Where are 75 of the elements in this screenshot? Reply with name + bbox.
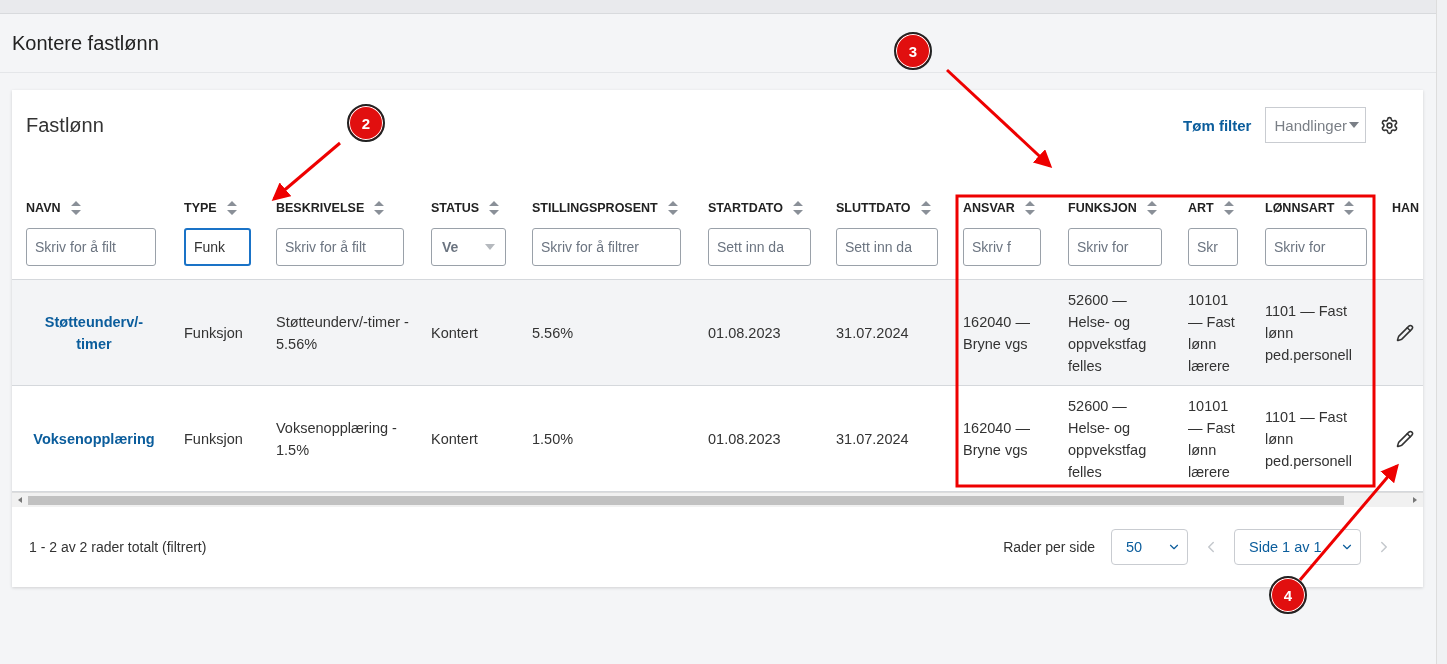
- sort-icon[interactable]: [793, 201, 803, 215]
- date-field[interactable]: Sett inn da: [836, 228, 938, 266]
- rows-per-page-select[interactable]: 50: [1111, 529, 1188, 565]
- edit-icon[interactable]: [1396, 429, 1414, 448]
- table-cell: 52600 — Helse- og oppvekstfag felles: [1068, 291, 1147, 374]
- page-title: Kontere fastlønn: [12, 31, 159, 55]
- column-header: FUNKSJON: [1068, 201, 1137, 215]
- name-link[interactable]: Støtteunderv/-timer: [31, 310, 157, 355]
- table-cell: 01.08.2023: [708, 324, 781, 341]
- column-header: TYPE: [184, 201, 217, 215]
- filter-field[interactable]: Skriv for å filt: [26, 228, 156, 266]
- column-header: LØNNSART: [1265, 201, 1335, 215]
- settings-icon[interactable]: [1380, 115, 1399, 135]
- sort-icon[interactable]: [1344, 201, 1355, 215]
- filter-field[interactable]: Skriv for å filtrer: [532, 228, 681, 266]
- filter-field[interactable]: Skriv f: [963, 228, 1041, 266]
- column-header: STARTDATO: [708, 201, 783, 215]
- table-cell: 162040 — Bryne vgs: [963, 419, 1030, 458]
- sort-icon[interactable]: [489, 201, 500, 215]
- table-cell: 1.50%: [532, 430, 574, 447]
- table-cell: 1101 — Fast lønn ped.personell: [1265, 302, 1353, 363]
- sort-icon[interactable]: [920, 201, 931, 215]
- table-cell: 1101 — Fast lønn ped.personell: [1265, 408, 1353, 469]
- filter-field[interactable]: Skriv for: [1068, 228, 1162, 266]
- table-cell: Kontert: [431, 324, 478, 341]
- edit-icon[interactable]: [1396, 323, 1414, 342]
- filter-select[interactable]: Ve: [431, 228, 506, 266]
- table-cell: 162040 — Bryne vgs: [963, 313, 1030, 352]
- row-count-text: 1 - 2 av 2 rader totalt (filtrert): [29, 539, 208, 555]
- clear-filter-link[interactable]: Tøm filter: [1183, 116, 1252, 134]
- column-header: ANSVAR: [963, 201, 1015, 215]
- filter-field[interactable]: Skriv for: [1265, 228, 1367, 266]
- sort-icon[interactable]: [226, 201, 237, 215]
- filter-field[interactable]: Skr: [1188, 228, 1238, 266]
- horizontal-scrollbar[interactable]: [12, 492, 1423, 507]
- name-link[interactable]: Voksenopplæring: [33, 427, 155, 450]
- column-header: STATUS: [431, 201, 480, 215]
- annotation-marker: 4: [1269, 576, 1307, 614]
- table-cell: 10101 — Fast lønn lærere: [1188, 397, 1235, 480]
- column-header: ART: [1188, 201, 1214, 215]
- filter-field[interactable]: Skriv for å filt: [276, 228, 404, 266]
- table-cell: 31.07.2024: [836, 324, 909, 341]
- table-cell: 31.07.2024: [836, 430, 909, 447]
- table-cell: 5.56%: [532, 324, 574, 341]
- scroll-left-icon[interactable]: [16, 496, 24, 504]
- card-title: Fastlønn: [26, 113, 104, 137]
- table-cell: Funksjon: [184, 430, 243, 447]
- column-header: HAN: [1392, 201, 1420, 215]
- table-cell: 01.08.2023: [708, 430, 781, 447]
- sort-icon[interactable]: [1024, 201, 1035, 215]
- table-row[interactable]: [12, 279, 1423, 386]
- table-cell: Kontert: [431, 430, 478, 447]
- page-select[interactable]: Side 1 av 1: [1234, 529, 1361, 565]
- annotation-arrow: [271, 141, 341, 201]
- table-cell: 52600 — Helse- og oppvekstfag felles: [1068, 397, 1147, 480]
- rows-per-page-label: Rader per side: [1003, 539, 1095, 555]
- table-cell: Støtteunderv/-timer - 5.56%: [276, 313, 409, 352]
- date-field[interactable]: Sett inn da: [708, 228, 811, 266]
- column-header: STILLINGSPROSENT: [532, 201, 658, 215]
- annotation-marker: 3: [894, 32, 932, 70]
- scroll-right-icon[interactable]: [1411, 496, 1419, 504]
- sort-icon[interactable]: [1223, 201, 1234, 215]
- table-row[interactable]: Voksenopplæring Funksjon Voksenopplæring - 1.5% Kontert 1.50% 01.08.2023 31.07.2024 162040 — Bryne vgs 52600 — Helse- og oppvekstfag felles 10101 — Fast lønn lærere 1101 — Fast lønn ped.personell: [12, 385, 1423, 492]
- actions-dropdown[interactable]: Handlinger: [1265, 107, 1366, 143]
- table-cell: Funksjon: [184, 324, 243, 341]
- sort-icon[interactable]: [1146, 201, 1157, 215]
- filter-field[interactable]: Funk: [184, 228, 251, 266]
- table-cell: 10101 — Fast lønn lærere: [1188, 291, 1235, 374]
- sort-icon[interactable]: [70, 201, 81, 215]
- column-header: NAVN: [26, 201, 61, 215]
- column-header: BESKRIVELSE: [276, 201, 365, 215]
- column-header: SLUTTDATO: [836, 201, 911, 215]
- sort-icon[interactable]: [667, 201, 678, 215]
- table-cell: Voksenopplæring - 1.5%: [276, 419, 397, 458]
- sort-icon[interactable]: [374, 201, 385, 215]
